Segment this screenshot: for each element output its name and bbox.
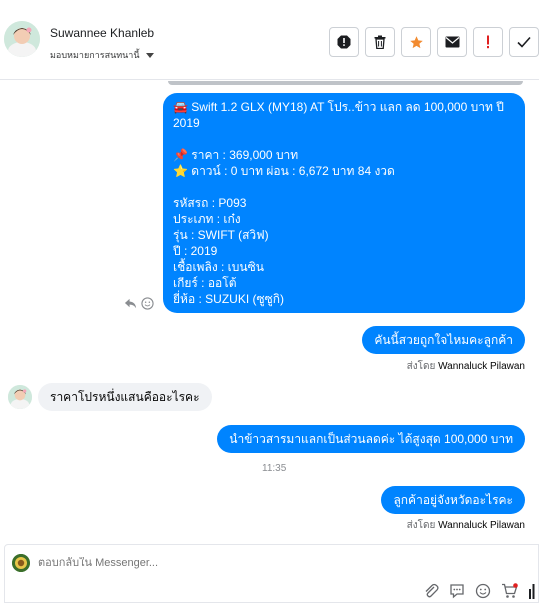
star-button[interactable] [401, 27, 431, 57]
octagon-alert-icon [337, 35, 351, 49]
listing-line: ประเภท : เก๋ง [173, 212, 241, 226]
outgoing-message[interactable]: นำข้าวสารมาแลกเป็นส่วนลดค่ะ ได้สูงสุด 10… [217, 425, 525, 453]
chevron-down-icon [145, 52, 154, 58]
sent-by-name[interactable]: Wannaluck Pilawan [438, 520, 525, 531]
shopping-cart-icon[interactable] [501, 583, 519, 599]
listing-line: เชื้อเพลิง : เบนซิน [173, 260, 264, 274]
follow-up-button[interactable] [473, 27, 503, 57]
emoji-icon[interactable] [475, 583, 491, 599]
listing-line: รหัสรถ : P093 [173, 196, 247, 210]
sent-by-prefix: ส่งโดย [406, 361, 436, 372]
car-listing-message[interactable]: 🚘 Swift 1.2 GLX (MY18) AT โปร..ข้าว แลก … [163, 93, 525, 313]
listing-line: ยี่ห้อ : SUZUKI (ซูซูกิ) [173, 292, 285, 306]
reply-icon[interactable] [124, 297, 137, 310]
envelope-icon [445, 36, 459, 48]
composer-toolbar [423, 583, 535, 599]
sent-by-label: ส่งโดย Wannaluck Pilawan [407, 359, 525, 374]
contact-name[interactable]: Suwannee Khanleb [50, 26, 154, 40]
message-composer [4, 544, 539, 603]
listing-line: ปี : 2019 [173, 244, 218, 258]
listing-line: ⭐ ดาวน์ : 0 บาท ผ่อน : 6,672 บาท 84 งวด [173, 164, 395, 178]
delete-button[interactable] [365, 27, 395, 57]
mark-unread-button[interactable] [437, 27, 467, 57]
sent-by-name[interactable]: Wannaluck Pilawan [438, 361, 525, 372]
assign-conversation-label: มอบหมายการสนทนานี้ [50, 50, 140, 60]
message-actions [124, 297, 154, 310]
conversation-header: Suwannee Khanleb มอบหมายการสนทนานี้ [0, 0, 539, 80]
page-avatar [12, 554, 30, 572]
reply-input[interactable] [38, 557, 338, 569]
done-button[interactable] [509, 27, 539, 57]
image-attachment-edge[interactable] [168, 81, 523, 85]
star-icon [409, 35, 423, 48]
exclamation-icon [487, 35, 489, 49]
listing-line: เกียร์ : ออโต้ [173, 276, 237, 290]
outgoing-message[interactable]: ลูกค้าอยู่จังหวัดอะไรคะ [381, 486, 525, 514]
spam-button[interactable] [329, 27, 359, 57]
sent-by-prefix: ส่งโดย [406, 520, 436, 531]
conversation-toolbar [329, 27, 539, 57]
contact-avatar-small[interactable] [8, 385, 32, 409]
smiley-icon[interactable] [141, 297, 154, 310]
listing-line [173, 131, 515, 147]
sent-by-label: ส่งโดย Wannaluck Pilawan [407, 518, 525, 533]
assign-conversation-dropdown[interactable]: มอบหมายการสนทนานี้ [50, 48, 154, 62]
paperclip-icon[interactable] [423, 583, 439, 599]
listing-line: 📌 ราคา : 369,000 บาท [173, 148, 299, 162]
message-thread[interactable]: 🚘 Swift 1.2 GLX (MY18) AT โปร..ข้าว แลก … [0, 81, 539, 541]
message-timestamp: 11:35 [262, 463, 287, 474]
stats-bars-icon[interactable] [529, 583, 535, 599]
trash-icon [374, 35, 386, 49]
listing-line [173, 179, 515, 195]
outgoing-message[interactable]: คันนี้สวยถูกใจไหมคะลูกค้า [362, 326, 525, 354]
saved-reply-icon[interactable] [449, 583, 465, 599]
incoming-message[interactable]: ราคาโปรหนึ่งแสนคืออะไรคะ [38, 383, 212, 411]
listing-line: รุ่น : SWIFT (สวิฟ) [173, 228, 269, 242]
checkmark-icon [517, 36, 531, 48]
contact-avatar[interactable] [4, 21, 40, 57]
listing-line: 🚘 Swift 1.2 GLX (MY18) AT โปร..ข้าว แลก … [173, 100, 504, 130]
